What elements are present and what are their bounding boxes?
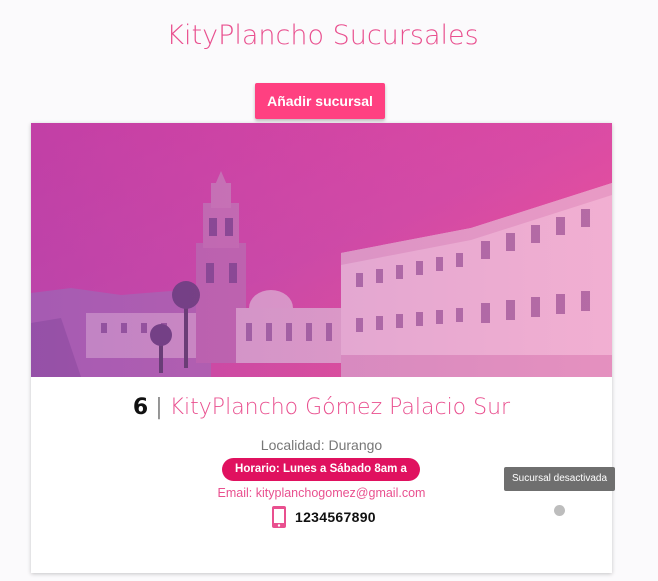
status-tooltip: Sucursal desactivada (504, 467, 615, 491)
branch-status-toggle[interactable] (554, 505, 565, 516)
page-title: KityPlancho Sucursales (166, 20, 479, 51)
branch-name: KityPlancho Gómez Palacio Sur (169, 395, 511, 420)
branch-phone: 1234567890 (295, 509, 376, 525)
branch-number: 6 (132, 395, 149, 420)
smartphone-icon (271, 505, 287, 529)
branch-locality: Localidad: Durango (260, 437, 383, 453)
hours-badge: Horario: Lunes a Sábado 8am a 8pm (222, 458, 420, 498)
title-separator: | (155, 395, 163, 420)
page: KityPlancho Sucursales Añadir sucursal 6… (0, 0, 658, 581)
branch-card: 6 | KityPlancho Gómez Palacio Sur Locali… (31, 123, 612, 573)
branch-title: 6 | KityPlancho Gómez Palacio Sur (31, 395, 612, 420)
branch-photo (31, 123, 612, 377)
phone-row: 1234567890 (271, 505, 376, 529)
add-branch-button[interactable]: Añadir sucursal (255, 83, 385, 119)
